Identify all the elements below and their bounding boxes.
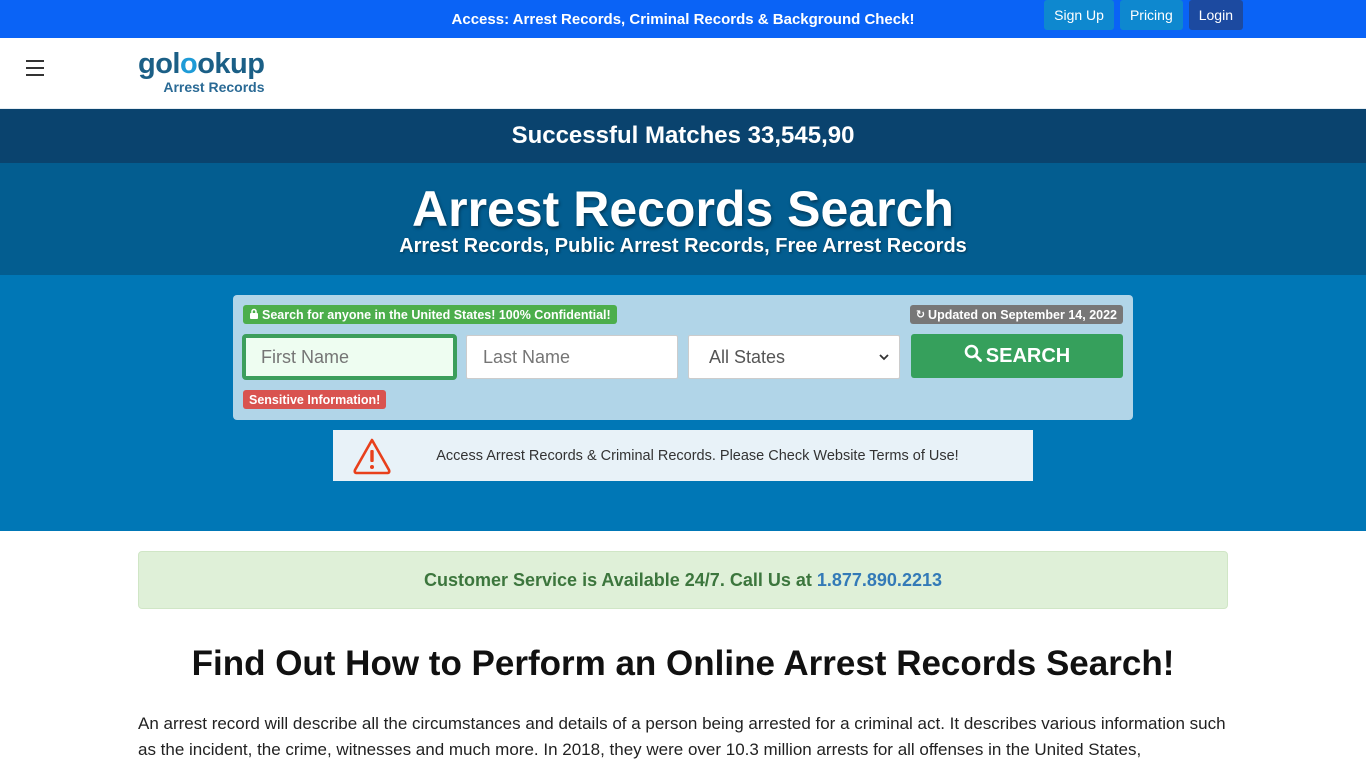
warning-icon (352, 436, 392, 476)
confidential-badge: Search for anyone in the United States! … (243, 305, 617, 324)
pricing-button[interactable]: Pricing (1119, 0, 1183, 30)
updated-badge: ↻ Updated on September 14, 2022 (909, 305, 1123, 324)
terms-notice: Access Arrest Records & Criminal Records… (333, 430, 1033, 481)
hero-banner: Arrest Records Search Arrest Records, Pu… (0, 163, 1366, 275)
last-name-input[interactable] (466, 335, 678, 379)
header-nav: Sign Up Pricing Login (1044, 0, 1243, 30)
logo[interactable]: golookup Arrest Records (138, 48, 265, 95)
logo-subtitle: Arrest Records (163, 79, 265, 95)
search-section: Search for anyone in the United States! … (0, 275, 1366, 531)
sensitive-info-badge: Sensitive Information! (243, 390, 387, 409)
page-title: Arrest Records Search (412, 181, 954, 237)
notice-text: Access Arrest Records & Criminal Records… (436, 447, 959, 464)
search-icon (964, 344, 982, 368)
state-select[interactable]: All States (688, 335, 900, 379)
logo-wordmark: golookup (138, 48, 265, 80)
chevron-down-icon (879, 350, 889, 364)
hamburger-icon[interactable] (26, 60, 44, 76)
service-text: Customer Service is Available 24/7. Call… (424, 569, 812, 590)
search-form: Search for anyone in the United States! … (233, 295, 1133, 420)
site-header: golookup Arrest Records Sign Up Pricing … (0, 0, 1366, 109)
announcement-text: Access: Arrest Records, Criminal Records… (451, 10, 915, 28)
phone-link[interactable]: 1.877.890.2213 (817, 570, 942, 591)
customer-service-banner: Customer Service is Available 24/7. Call… (138, 551, 1228, 609)
sign-up-button[interactable]: Sign Up (1044, 0, 1114, 30)
first-name-input[interactable] (242, 334, 457, 380)
article-title: Find Out How to Perform an Online Arrest… (191, 644, 1175, 683)
login-button[interactable]: Login (1188, 0, 1243, 30)
article-body: An arrest record will describe all the c… (138, 714, 1226, 759)
refresh-icon: ↻ (915, 309, 926, 321)
matches-text: Successful Matches 33,545,90 (511, 122, 855, 149)
lock-icon (249, 308, 259, 322)
search-button[interactable]: SEARCH (911, 334, 1123, 378)
state-select-value: All States (709, 346, 786, 367)
successful-matches-bar: Successful Matches 33,545,90 (0, 109, 1366, 163)
page-subtitle: Arrest Records, Public Arrest Records, F… (399, 235, 967, 257)
